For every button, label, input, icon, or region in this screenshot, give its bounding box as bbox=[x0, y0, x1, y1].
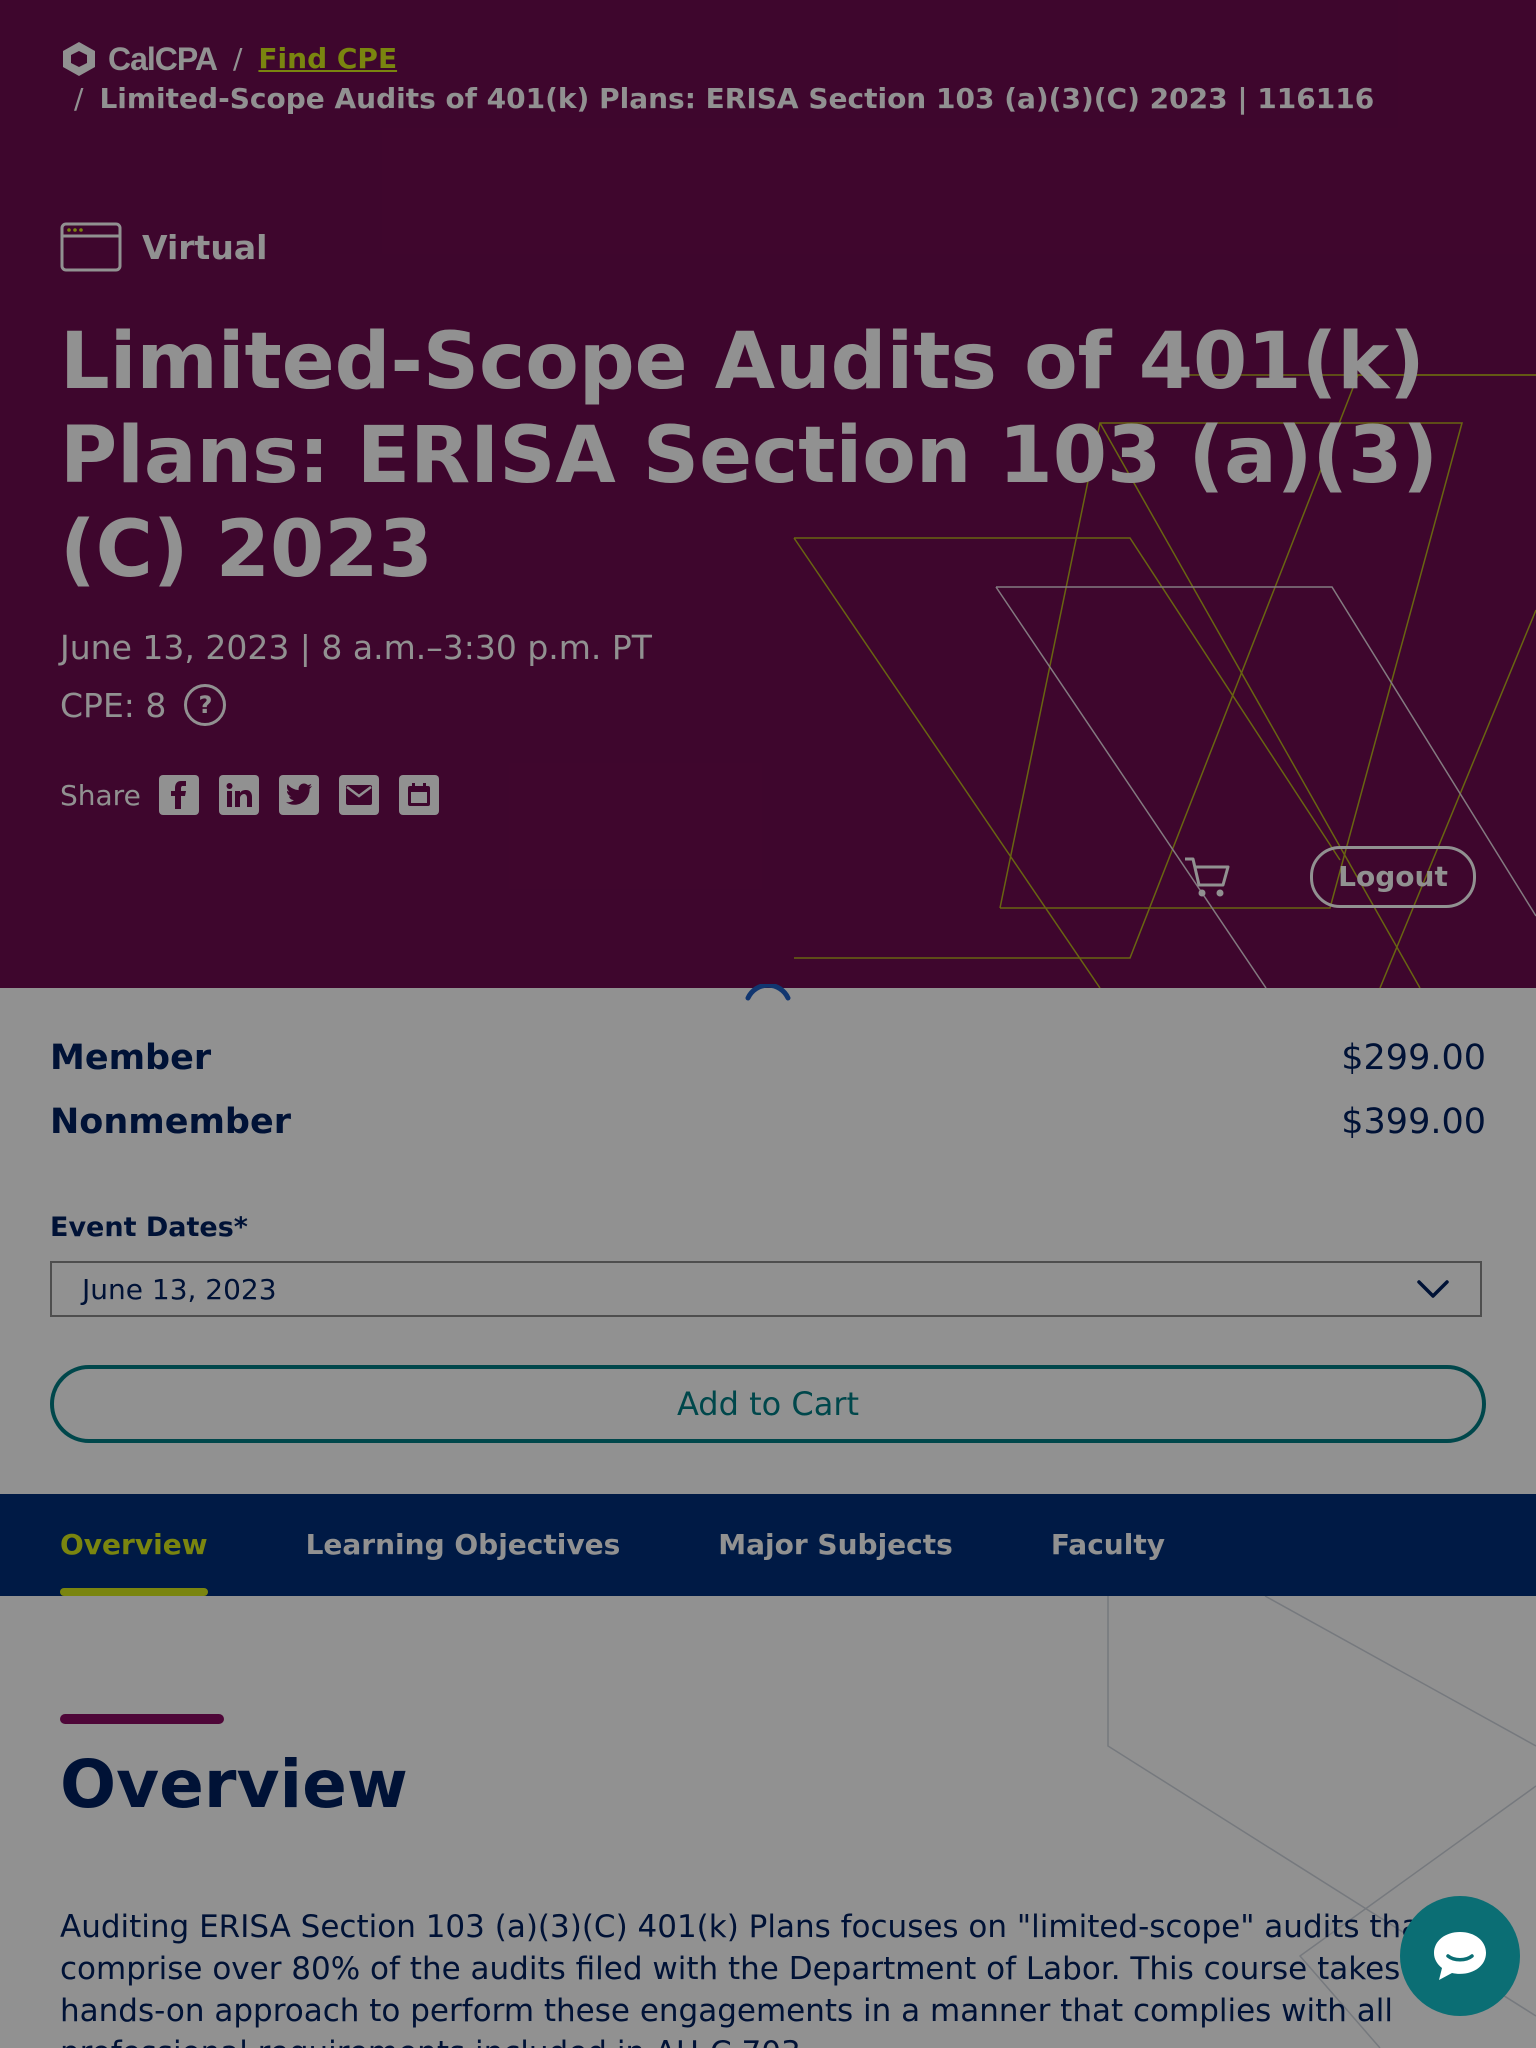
breadcrumb-separator: / bbox=[74, 82, 84, 115]
event-dates-label: Event Dates* bbox=[50, 1212, 248, 1243]
overview-section: Overview Auditing ERISA Section 103 (a)(… bbox=[0, 1596, 1536, 2048]
loading-spinner-icon bbox=[745, 984, 791, 1001]
section-tabs: Overview Learning Objectives Major Subje… bbox=[0, 1494, 1536, 1596]
logo-text[interactable]: CalCPA bbox=[108, 40, 218, 78]
event-dates-value: June 13, 2023 bbox=[82, 1272, 277, 1306]
chat-bubble-icon bbox=[1434, 1932, 1486, 1980]
overview-text: Auditing ERISA Section 103 (a)(3)(C) 401… bbox=[60, 1909, 1433, 2048]
breadcrumb-separator: / bbox=[232, 42, 243, 75]
event-datetime: June 13, 2023 | 8 a.m.–3:30 p.m. PT bbox=[60, 628, 652, 667]
nonmember-price: $399.00 bbox=[1341, 1102, 1486, 1142]
shopping-cart-icon[interactable] bbox=[1183, 855, 1231, 899]
email-icon[interactable] bbox=[338, 775, 379, 815]
chat-button[interactable] bbox=[1400, 1896, 1520, 2016]
twitter-icon[interactable] bbox=[278, 775, 319, 815]
tab-faculty[interactable]: Faculty bbox=[1051, 1494, 1165, 1596]
nonmember-label: Nonmember bbox=[50, 1102, 291, 1142]
cpe-credits: CPE: 8 ? bbox=[60, 684, 227, 726]
add-to-cart-button[interactable]: Add to Cart bbox=[50, 1365, 1486, 1443]
hero-banner: CalCPA / Find CPE / Limited-Scope Audits… bbox=[0, 0, 1536, 988]
facebook-icon[interactable] bbox=[158, 775, 199, 815]
event-format-label: Virtual bbox=[142, 227, 268, 267]
calcpa-logo-icon bbox=[63, 42, 95, 76]
breadcrumb-current: Limited-Scope Audits of 401(k) Plans: ER… bbox=[99, 82, 1375, 115]
calendar-icon[interactable] bbox=[398, 775, 439, 815]
member-label: Member bbox=[50, 1038, 212, 1078]
tab-learning-objectives[interactable]: Learning Objectives bbox=[306, 1494, 621, 1596]
share-label: Share bbox=[60, 778, 141, 812]
share-bar: Share bbox=[60, 775, 459, 815]
price-row-member: Member $299.00 bbox=[50, 1038, 1486, 1078]
overview-accent-bar bbox=[60, 1714, 224, 1724]
logout-button[interactable]: Logout bbox=[1310, 846, 1476, 908]
tab-major-subjects[interactable]: Major Subjects bbox=[718, 1494, 953, 1596]
member-price: $299.00 bbox=[1341, 1038, 1486, 1078]
linkedin-icon[interactable] bbox=[218, 775, 259, 815]
event-dates-select[interactable]: June 13, 2023 bbox=[50, 1261, 1482, 1317]
overview-heading: Overview bbox=[60, 1746, 408, 1823]
price-row-nonmember: Nonmember $399.00 bbox=[50, 1102, 1486, 1142]
tab-overview[interactable]: Overview bbox=[60, 1494, 208, 1596]
breadcrumb: CalCPA / Find CPE / Limited-Scope Audits… bbox=[60, 40, 1460, 118]
event-format: Virtual bbox=[60, 222, 267, 272]
help-icon[interactable]: ? bbox=[184, 684, 227, 726]
page-title: Limited-Scope Audits of 401(k) Plans: ER… bbox=[60, 317, 1438, 595]
cpe-label: CPE: 8 bbox=[60, 685, 167, 725]
chevron-down-icon bbox=[1417, 1280, 1449, 1298]
breadcrumb-link-find-cpe[interactable]: Find CPE bbox=[258, 40, 397, 78]
browser-window-icon bbox=[60, 222, 122, 272]
